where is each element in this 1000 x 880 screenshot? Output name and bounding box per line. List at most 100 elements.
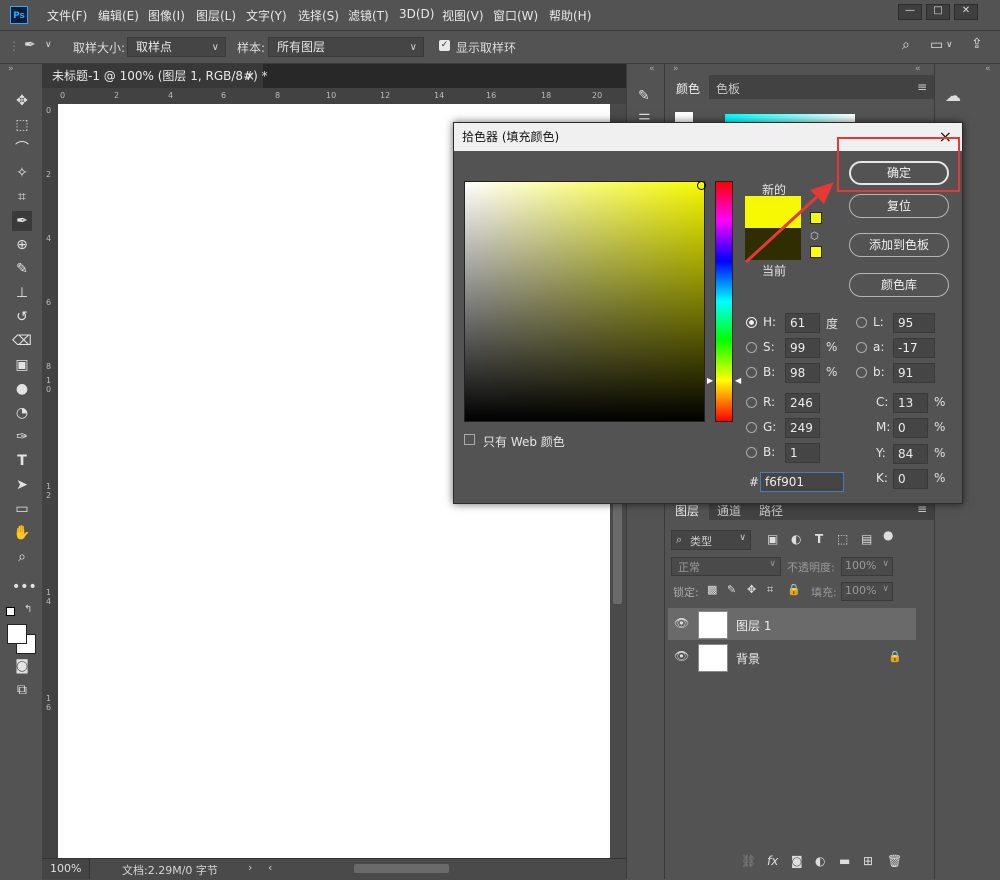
gradient-tool-icon[interactable]: ▣ — [12, 355, 32, 375]
c-input[interactable]: 13 — [893, 393, 928, 413]
filter-toggle-icon[interactable]: ● — [883, 528, 893, 542]
m-input[interactable]: 0 — [893, 418, 928, 438]
menu-edit[interactable]: 编辑(E) — [98, 7, 139, 24]
workspace-icon[interactable]: ▭ — [930, 37, 943, 53]
radio-r[interactable] — [746, 397, 757, 408]
radio-blue[interactable] — [746, 447, 757, 458]
layer-row[interactable]: 👁 图层 1 — [668, 608, 916, 640]
hue-arrow-right-icon[interactable]: ◀ — [735, 376, 741, 385]
radio-s[interactable] — [746, 342, 757, 353]
hue-arrow-left-icon[interactable]: ▶ — [707, 376, 713, 385]
filter-type-icon[interactable]: T — [815, 532, 823, 546]
lock-brush-icon[interactable]: ✎ — [727, 583, 736, 596]
healing-tool-icon[interactable]: ⊕ — [12, 235, 32, 255]
eye-icon[interactable]: 👁 — [674, 616, 689, 630]
radio-a[interactable] — [856, 342, 867, 353]
scroll-left-icon[interactable]: ‹ — [268, 861, 272, 874]
filter-shape-icon[interactable]: ⬚ — [837, 532, 848, 546]
filter-adjust-icon[interactable]: ◐ — [791, 532, 801, 546]
tab-swatches[interactable]: 色板 — [716, 80, 740, 97]
magic-wand-tool-icon[interactable]: ✧ — [12, 163, 32, 183]
y-input[interactable]: 84 — [893, 444, 928, 464]
radio-g[interactable] — [746, 422, 757, 433]
add-mask-icon[interactable]: ◙ — [791, 854, 803, 868]
radio-lab-b[interactable] — [856, 367, 867, 378]
collapse-icon[interactable]: « — [915, 64, 921, 74]
history-brush-tool-icon[interactable]: ↺ — [12, 307, 32, 327]
radio-b[interactable] — [746, 367, 757, 378]
collapse-icon[interactable]: « — [985, 64, 991, 74]
rectangle-tool-icon[interactable]: ▭ — [12, 499, 32, 519]
lock-position-icon[interactable]: ✥ — [747, 583, 756, 596]
panel-menu-icon[interactable]: ≡ — [917, 502, 927, 516]
show-ring-checkbox[interactable]: ✓ — [439, 40, 450, 51]
filter-pixel-icon[interactable]: ▣ — [767, 532, 778, 546]
blur-tool-icon[interactable]: ● — [12, 379, 32, 399]
saturation-brightness-field[interactable] — [464, 181, 705, 422]
dodge-tool-icon[interactable]: ◔ — [12, 403, 32, 423]
minimize-icon[interactable]: — — [898, 4, 922, 20]
panel-menu-icon[interactable]: ≡ — [917, 80, 927, 94]
h-input[interactable]: 61 — [785, 313, 820, 333]
menu-window[interactable]: 窗口(W) — [493, 7, 538, 24]
adjustment-layer-icon[interactable]: ◐ — [815, 854, 825, 868]
swap-colors-icon[interactable]: ↰ — [24, 604, 32, 615]
pen-tool-icon[interactable]: ✑ — [12, 427, 32, 447]
hex-input[interactable]: f6f901 — [760, 472, 844, 492]
maximize-icon[interactable]: □ — [926, 4, 950, 20]
brush-presets-icon[interactable]: ✎ — [638, 88, 650, 104]
blend-mode-dropdown[interactable]: 正常 ∨ — [671, 557, 781, 576]
sample-size-dropdown[interactable]: 取样点 ∨ — [127, 37, 226, 57]
lock-all-icon[interactable]: 🔒 — [787, 583, 801, 596]
radio-h[interactable] — [746, 317, 757, 328]
l-input[interactable]: 95 — [893, 313, 935, 333]
menu-layer[interactable]: 图层(L) — [196, 7, 236, 24]
link-layers-icon[interactable]: ⛓ — [741, 854, 756, 868]
fx-icon[interactable]: fx — [767, 854, 778, 868]
search-icon[interactable]: ⌕ — [902, 37, 910, 53]
marquee-tool-icon[interactable]: ⬚ — [12, 115, 32, 135]
k-input[interactable]: 0 — [893, 469, 928, 489]
hand-tool-icon[interactable]: ✋ — [12, 523, 32, 543]
stamp-tool-icon[interactable]: ⊥ — [12, 283, 32, 303]
path-select-tool-icon[interactable]: ➤ — [12, 475, 32, 495]
opacity-field[interactable]: 100% ∨ — [841, 557, 893, 576]
menu-filter[interactable]: 滤镜(T) — [348, 7, 389, 24]
info-chevron-icon[interactable]: › — [248, 861, 252, 874]
workspace-chevron-icon[interactable]: ∨ — [946, 40, 953, 50]
eyedropper-preset-icon[interactable]: ✒ — [24, 37, 36, 53]
menu-file[interactable]: 文件(F) — [47, 7, 87, 24]
b-input[interactable]: 98 — [785, 363, 820, 383]
eyedropper-tool-icon[interactable]: ✒ — [12, 211, 32, 231]
more-tools-icon[interactable]: ••• — [12, 577, 37, 597]
lock-artboard-icon[interactable]: ⌗ — [767, 583, 773, 597]
document-info[interactable]: 文档:2.29M/0 字节 — [122, 862, 218, 878]
menu-view[interactable]: 视图(V) — [442, 7, 484, 24]
lasso-tool-icon[interactable]: ⌒ — [12, 139, 32, 159]
collapse-icon[interactable]: » — [8, 64, 14, 74]
layer-row[interactable]: 👁 背景 🔒 — [668, 641, 916, 673]
new-layer-icon[interactable]: ⊞ — [863, 854, 873, 868]
screen-mode-icon[interactable]: ⧉ — [12, 680, 32, 700]
field-selector-ring[interactable] — [697, 181, 706, 190]
new-group-icon[interactable]: ▬ — [839, 854, 850, 868]
add-to-swatches-button[interactable]: 添加到色板 — [849, 233, 949, 257]
tab-paths[interactable]: 路径 — [759, 502, 783, 519]
tab-channels[interactable]: 通道 — [717, 502, 741, 519]
hue-slider[interactable] — [715, 181, 733, 422]
blue-input[interactable]: 1 — [785, 443, 820, 463]
menu-image[interactable]: 图像(I) — [148, 7, 185, 24]
default-colors-icon[interactable] — [6, 607, 15, 616]
radio-l[interactable] — [856, 317, 867, 328]
preset-chevron-icon[interactable]: ∨ — [45, 40, 52, 50]
document-tab[interactable]: 未标题-1 @ 100% (图层 1, RGB/8#) * × — [42, 64, 268, 88]
r-input[interactable]: 246 — [785, 393, 820, 413]
window-close-icon[interactable]: ✕ — [954, 4, 978, 20]
eye-icon[interactable]: 👁 — [674, 649, 689, 663]
quick-mask-icon[interactable]: ◙ — [12, 656, 32, 676]
foreground-color-swatch[interactable] — [7, 624, 27, 644]
tab-color[interactable]: 颜色 — [676, 80, 700, 97]
color-libraries-button[interactable]: 颜色库 — [849, 273, 949, 297]
a-input[interactable]: -17 — [893, 338, 935, 358]
tab-layers[interactable]: 图层 — [675, 502, 699, 519]
